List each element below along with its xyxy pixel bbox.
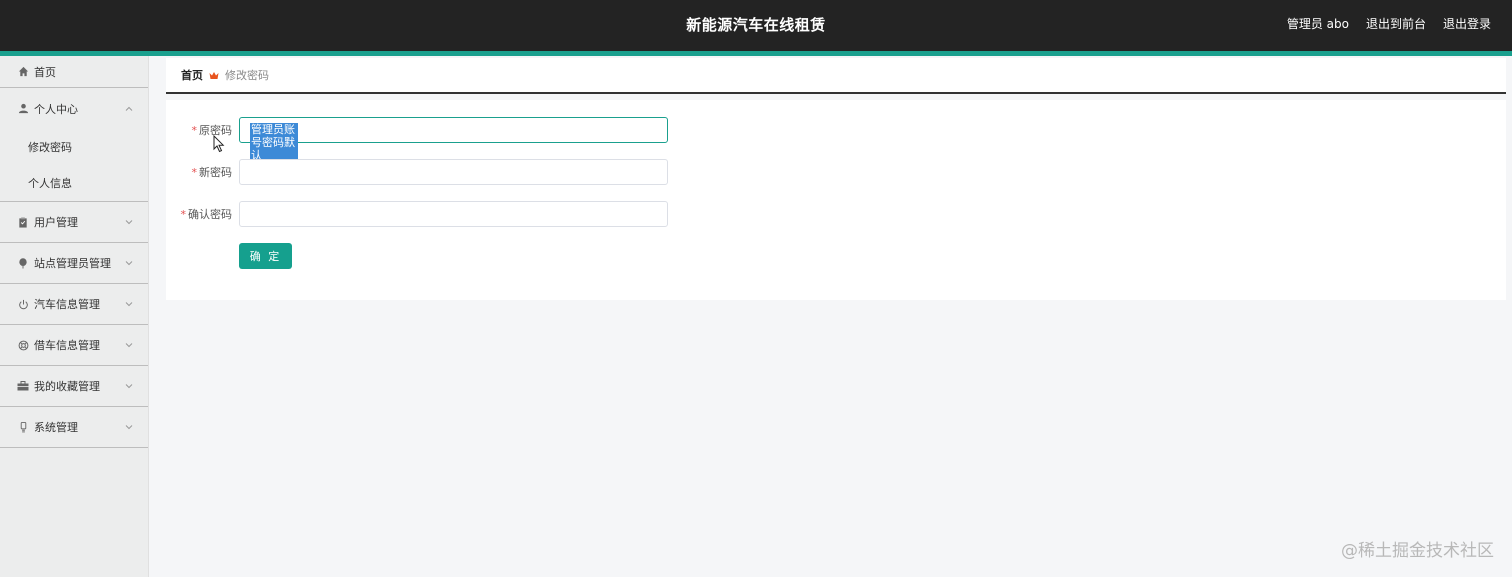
chevron-down-icon [125, 343, 133, 348]
sidebar-item-label: 系统管理 [34, 421, 78, 434]
app-title: 新能源汽车在线租赁 [686, 16, 826, 34]
confirm-password-label: * 确认密码 [180, 208, 233, 221]
sidebar-item-system-management[interactable]: 系统管理 [0, 407, 148, 448]
confirm-password-row: * 确认密码 [166, 201, 668, 227]
clipboard-icon [17, 216, 29, 228]
sidebar-item-label: 首页 [34, 65, 56, 79]
sidebar-item-label: 个人中心 [34, 102, 78, 116]
new-password-label: * 新密码 [191, 166, 233, 179]
logout-link[interactable]: 退出登录 [1443, 15, 1491, 32]
sidebar-item-label: 我的收藏管理 [34, 380, 100, 393]
mouse-cursor-icon [213, 135, 225, 153]
sidebar-subitem-label: 修改密码 [28, 141, 72, 154]
lifebuoy-icon [17, 339, 29, 351]
balloon-icon [17, 257, 29, 269]
sidebar-subitem-change-password[interactable]: 修改密码 [0, 129, 148, 165]
sidebar-item-car-info-management[interactable]: 汽车信息管理 [0, 284, 148, 325]
chevron-down-icon [125, 425, 133, 430]
header-accent-strip [0, 51, 1512, 56]
user-icon [17, 103, 29, 115]
change-password-form: *原密码 管理员账号密码默认abo_abo *新密码 *确认密码 确 定 [166, 100, 1506, 300]
header-links: 管理员 abo 退出到前台 退出登录 [1287, 15, 1491, 32]
sidebar-item-favorites-management[interactable]: 我的收藏管理 [0, 366, 148, 407]
sidebar-item-user-management[interactable]: 用户管理 [0, 202, 148, 243]
briefcase-icon [17, 380, 29, 392]
crown-icon [209, 71, 219, 80]
confirm-button[interactable]: 确 定 [239, 243, 292, 269]
new-password-input[interactable] [239, 159, 668, 185]
bulb-icon [17, 421, 29, 433]
top-header: 新能源汽车在线租赁 管理员 abo 退出到前台 退出登录 [0, 0, 1512, 51]
power-icon [17, 298, 29, 310]
sidebar-item-label: 借车信息管理 [34, 339, 100, 352]
sidebar-item-label: 汽车信息管理 [34, 298, 100, 311]
sidebar-item-home[interactable]: 首页 [0, 56, 148, 88]
sidebar-item-personal-center[interactable]: 个人中心 [0, 88, 148, 129]
chevron-up-icon [125, 106, 133, 111]
chevron-down-icon [125, 302, 133, 307]
breadcrumb: 首页 修改密码 [166, 58, 1506, 94]
confirm-password-input[interactable] [239, 201, 668, 227]
breadcrumb-home[interactable]: 首页 [181, 67, 203, 83]
sidebar-subitem-personal-info[interactable]: 个人信息 [0, 165, 148, 202]
chevron-down-icon [125, 220, 133, 225]
new-password-row: * 新密码 [166, 159, 668, 185]
sidebar-item-label: 站点管理员管理 [34, 257, 111, 270]
old-password-input[interactable] [239, 117, 668, 143]
exit-to-frontend-link[interactable]: 退出到前台 [1366, 15, 1426, 32]
watermark: @稀土掘金技术社区 [1341, 541, 1494, 561]
sidebar-item-station-admin-management[interactable]: 站点管理员管理 [0, 243, 148, 284]
breadcrumb-current: 修改密码 [225, 69, 269, 82]
home-icon [17, 66, 29, 78]
sidebar-item-borrow-info-management[interactable]: 借车信息管理 [0, 325, 148, 366]
current-user-label: 管理员 abo [1286, 17, 1349, 31]
sidebar-subitem-label: 个人信息 [28, 177, 72, 190]
chevron-down-icon [125, 261, 133, 266]
chevron-down-icon [125, 384, 133, 389]
sidebar-item-label: 用户管理 [34, 216, 78, 229]
sidebar: 首页 个人中心 修改密码 个人信息 用户管理 站点管理员管理 汽车信息管理 借车… [0, 56, 149, 577]
